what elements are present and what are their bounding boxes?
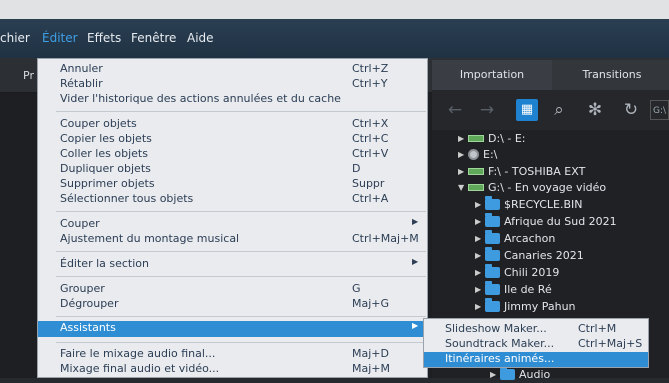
tree-item-folder[interactable]: ▶ Jimmy Pahun xyxy=(475,298,576,315)
assistants-submenu: Slideshow Maker... Ctrl+M Soundtrack Make… xyxy=(423,318,649,368)
tree-item-folder[interactable]: ▶ Chili 2019 xyxy=(475,264,559,281)
menu-item-ajustement[interactable]: Ajustement du montage musical Ctrl+Maj+M xyxy=(38,232,427,247)
folder-icon xyxy=(485,213,500,227)
menu-item-degrouper[interactable]: Dégrouper Maj+G xyxy=(38,297,427,312)
tree-item-d[interactable]: ▶ D:\ - E: xyxy=(458,130,526,147)
panel-tabs: Importation Transitions xyxy=(432,60,669,90)
expand-arrow-icon[interactable]: ▶ xyxy=(458,134,466,143)
title-bar xyxy=(0,0,669,19)
menu-fichier[interactable]: chier xyxy=(0,31,30,45)
panel-toolbar: ← → ▦ ⌕ ✻ ↻ G:\ xyxy=(432,90,669,130)
menu-separator xyxy=(56,111,426,112)
submenu-item-itineraires[interactable]: Itinéraires animés... xyxy=(424,352,648,367)
menu-item-annuler[interactable]: Annuler Ctrl+Z xyxy=(38,62,427,77)
menu-item-couper-objets[interactable]: Couper objets Ctrl+X xyxy=(38,117,427,132)
edit-menu-dropdown: Annuler Ctrl+Z Rétablir Ctrl+Y Vider l'his… xyxy=(37,58,428,378)
toolbar-label: Pr xyxy=(23,69,34,82)
search-icon[interactable]: ⌕ xyxy=(548,99,570,121)
tree-item-folder[interactable]: ▶ Arcachon xyxy=(475,230,555,247)
submenu-item-soundtrack[interactable]: Soundtrack Maker... Ctrl+Maj+S xyxy=(424,337,648,352)
folder-icon xyxy=(485,247,500,261)
menu-item-couper[interactable]: Couper ▶ xyxy=(38,217,427,232)
folder-icon xyxy=(500,366,515,380)
submenu-item-slideshow[interactable]: Slideshow Maker... Ctrl+M xyxy=(424,322,648,337)
menu-item-dupliquer[interactable]: Dupliquer objets D xyxy=(38,162,427,177)
folder-icon xyxy=(485,298,500,312)
tree-item-e[interactable]: ▶ E:\ xyxy=(458,146,497,163)
expand-arrow-icon[interactable]: ▶ xyxy=(475,251,483,260)
menu-item-supprimer[interactable]: Supprimer objets Suppr xyxy=(38,177,427,192)
path-field[interactable]: G:\ xyxy=(650,100,669,120)
expand-arrow-icon[interactable]: ▶ xyxy=(475,285,483,294)
menu-separator xyxy=(56,211,426,212)
refresh-icon[interactable]: ↻ xyxy=(620,99,642,121)
menu-item-mixage-video[interactable]: Mixage final audio et vidéo... Maj+M xyxy=(38,362,427,377)
expand-arrow-icon[interactable]: ▶ xyxy=(475,200,483,209)
expand-arrow-icon[interactable]: ▶ xyxy=(475,268,483,277)
tab-transitions[interactable]: Transitions xyxy=(555,60,669,90)
menu-editer[interactable]: Éditer xyxy=(42,31,78,45)
menu-separator xyxy=(56,342,426,343)
menu-separator xyxy=(56,316,426,317)
drive-icon xyxy=(468,184,484,191)
submenu-arrow-icon: ▶ xyxy=(412,217,419,226)
submenu-arrow-icon: ▶ xyxy=(412,257,419,266)
tree-view-icon[interactable]: ▦ xyxy=(516,99,538,121)
menu-fenetre[interactable]: Fenêtre xyxy=(131,31,176,45)
menu-item-editer-section[interactable]: Éditer la section ▶ xyxy=(38,257,427,272)
tree-item-folder[interactable]: ▶ Canaries 2021 xyxy=(475,247,584,264)
cd-drive-icon xyxy=(468,149,479,160)
folder-icon xyxy=(485,264,500,278)
folder-icon xyxy=(485,196,500,210)
back-arrow-icon[interactable]: ← xyxy=(444,99,466,121)
tree-item-folder[interactable]: ▶ Ile de Ré xyxy=(475,281,552,298)
submenu-arrow-icon: ▶ xyxy=(412,321,419,330)
menu-effets[interactable]: Effets xyxy=(87,31,121,45)
menu-bar: chier Éditer Effets Fenêtre Aide xyxy=(0,19,669,58)
menu-separator xyxy=(56,276,426,277)
expand-arrow-icon[interactable]: ▶ xyxy=(475,302,483,311)
tree-item-folder[interactable]: ▶ Audio xyxy=(490,366,550,383)
tree-item-folder[interactable]: ▶ Afrique du Sud 2021 xyxy=(475,213,617,230)
expand-arrow-icon[interactable]: ▶ xyxy=(458,150,466,159)
menu-item-selectionner-tous[interactable]: Sélectionner tous objets Ctrl+A xyxy=(38,192,427,207)
expand-arrow-icon[interactable]: ▶ xyxy=(475,217,483,226)
gear-icon[interactable]: ✻ xyxy=(584,99,606,121)
menu-item-mixage-audio[interactable]: Faire le mixage audio final... Maj+D xyxy=(38,347,427,362)
menu-separator xyxy=(56,251,426,252)
tree-item-f[interactable]: ▶ F:\ - TOSHIBA EXT xyxy=(458,163,585,180)
menu-item-coller-objets[interactable]: Coller les objets Ctrl+V xyxy=(38,147,427,162)
menu-item-vider-historique[interactable]: Vider l'historique des actions annulées … xyxy=(38,92,427,107)
tree-item-g[interactable]: ▼ G:\ - En voyage vidéo xyxy=(458,179,606,196)
expand-arrow-icon[interactable]: ▶ xyxy=(458,167,466,176)
forward-arrow-icon[interactable]: → xyxy=(476,99,498,121)
menu-item-assistants[interactable]: Assistants ▶ xyxy=(38,321,427,337)
expand-arrow-icon[interactable]: ▶ xyxy=(475,234,483,243)
menu-item-grouper[interactable]: Grouper G xyxy=(38,282,427,297)
tab-importation[interactable]: Importation xyxy=(432,60,552,90)
collapse-arrow-icon[interactable]: ▼ xyxy=(458,183,466,192)
menu-item-copier-objets[interactable]: Copier les objets Ctrl+C xyxy=(38,132,427,147)
drive-icon xyxy=(468,168,484,175)
menu-item-retablir[interactable]: Rétablir Ctrl+Y xyxy=(38,77,427,92)
menu-aide[interactable]: Aide xyxy=(187,31,214,45)
folder-icon xyxy=(485,281,500,295)
folder-icon xyxy=(485,230,500,244)
drive-icon xyxy=(468,135,484,142)
tree-item-folder[interactable]: ▶ $RECYCLE.BIN xyxy=(475,196,582,213)
